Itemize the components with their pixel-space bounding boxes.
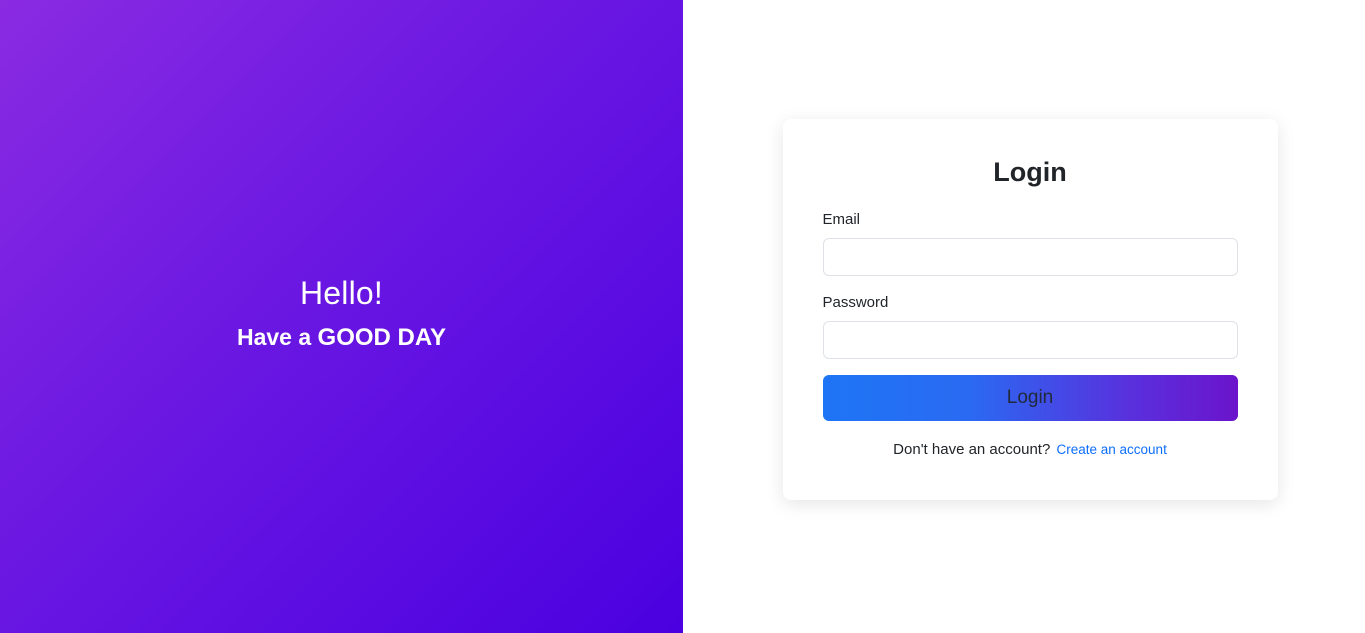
hero-subtitle: Have a GOOD DAY — [237, 324, 446, 353]
hero-subtitle-prefix: Have a — [236, 324, 318, 351]
login-card: Login Email Password Login Don't have an… — [782, 119, 1278, 500]
create-account-link[interactable]: Create an account — [1057, 442, 1167, 457]
login-panel: Login Email Password Login Don't have an… — [683, 0, 1365, 633]
hero-subtitle-emphasis: GOOD DAY — [317, 324, 447, 352]
hero-greeting: Hello! — [299, 274, 383, 311]
password-label: Password — [822, 294, 889, 311]
email-label: Email — [822, 211, 861, 228]
signup-prompt: Don't have an account? — [893, 441, 1051, 458]
login-button[interactable]: Login — [822, 375, 1238, 421]
password-input[interactable] — [822, 321, 1238, 359]
email-input[interactable] — [822, 238, 1238, 276]
welcome-panel: Hello! Have a GOOD DAY — [0, 0, 683, 633]
page: Hello! Have a GOOD DAY Login Email Passw… — [0, 0, 1365, 633]
signup-row: Don't have an account? Create an account — [823, 441, 1238, 458]
login-title: Login — [993, 157, 1067, 187]
